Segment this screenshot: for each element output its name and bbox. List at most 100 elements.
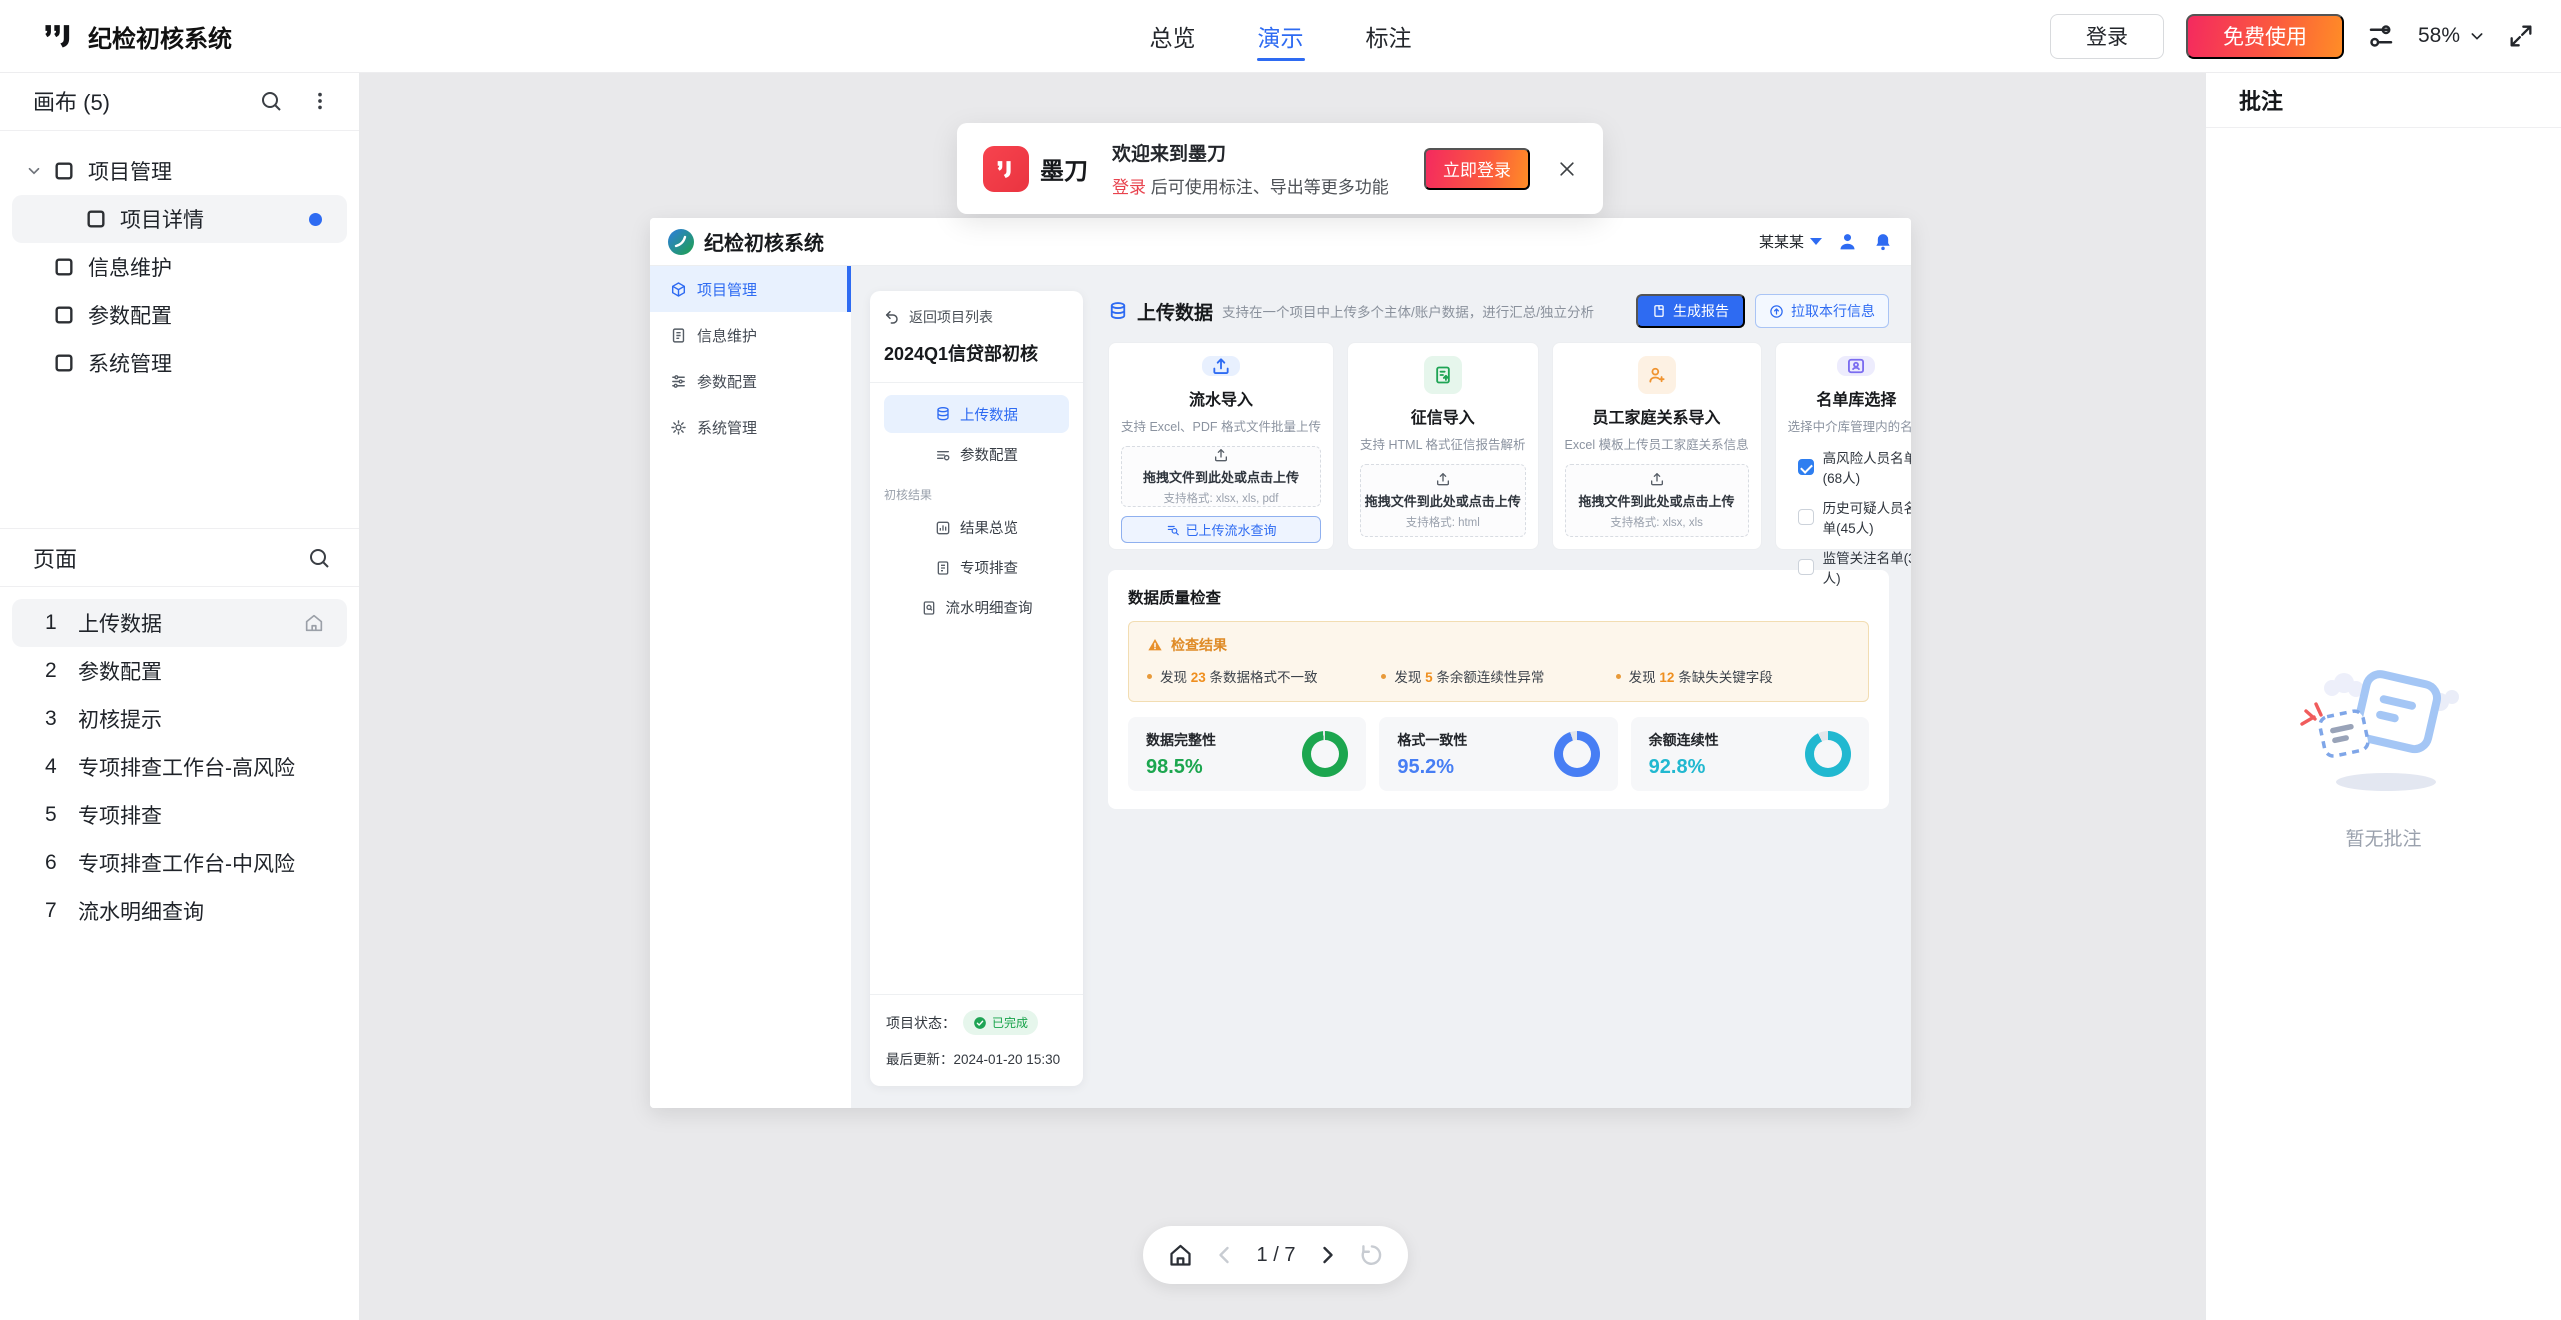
mockup-page: 纪检初核系统 某某某 项目管理 信息维护: [650, 218, 1911, 1108]
tab-overview[interactable]: 总览: [1150, 0, 1196, 72]
upload-icon: [1202, 356, 1240, 376]
free-use-button[interactable]: 免费使用: [2186, 14, 2344, 59]
project-menu-flow-detail-query[interactable]: 流水明细查询: [884, 589, 1069, 626]
page-row[interactable]: 3 初核提示: [12, 695, 347, 743]
document-icon: [670, 327, 687, 344]
tab-annotate[interactable]: 标注: [1366, 0, 1412, 72]
app-title: 纪检初核系统: [88, 19, 232, 54]
generate-report-button[interactable]: 生成报告: [1636, 294, 1745, 328]
mockingbot-red-logo-icon: [983, 146, 1029, 192]
quality-metrics: 数据完整性 98.5% 格式一致性 95.2%: [1128, 717, 1869, 791]
uploaded-flow-query-button[interactable]: 已上传流水查询: [1121, 516, 1321, 543]
card-family-relation-import: 员工家庭关系导入 Excel 模板上传员工家庭关系信息 拖拽文件到此处或点击上传…: [1552, 342, 1762, 550]
home-icon[interactable]: [1167, 1242, 1194, 1269]
tree-item-info-maintenance[interactable]: 信息维护: [0, 243, 359, 291]
empty-text: 暂无批注: [2345, 824, 2421, 851]
checkbox[interactable]: [1798, 559, 1814, 575]
project-status-block: 项目状态： 已完成 最后更新：2024-01-20 15:30: [870, 994, 1083, 1068]
canvas-section-label: 画布 (5): [33, 85, 110, 117]
divider: [870, 382, 1083, 383]
project-menu-result-overview[interactable]: 结果总览: [884, 509, 1069, 546]
dropzone-flow[interactable]: 拖拽文件到此处或点击上传 支持格式: xlsx, xls, pdf: [1121, 446, 1321, 507]
dropzone-family[interactable]: 拖拽文件到此处或点击上传 支持格式: xlsx, xls: [1565, 464, 1749, 537]
tree-item-system-management[interactable]: 系统管理: [0, 339, 359, 387]
page-row[interactable]: 6 专项排查工作台-中风险: [12, 839, 347, 887]
restart-icon[interactable]: [1358, 1242, 1384, 1268]
warning-triangle-icon: [1147, 637, 1163, 653]
option-high-risk-list[interactable]: 高风险人员名单(68人): [1798, 447, 1911, 487]
mockup-nav-system-management[interactable]: 系统管理: [650, 404, 851, 450]
back-to-project-list[interactable]: 返回项目列表: [884, 307, 1069, 327]
page-row[interactable]: 2 参数配置: [12, 647, 347, 695]
bullet-dot: [1616, 674, 1621, 679]
list-options: 高风险人员名单(68人) 历史可疑人员名单(45人) 监管关注名单(32人): [1788, 447, 1911, 587]
tree-item-project-detail[interactable]: 项目详情: [12, 195, 347, 243]
settings-sliders-icon[interactable]: [2366, 21, 2396, 51]
checkbox[interactable]: [1798, 509, 1814, 525]
active-page-dot: [309, 213, 322, 226]
bullet-dot: [1147, 674, 1152, 679]
bell-icon[interactable]: [1873, 232, 1893, 252]
fullscreen-icon[interactable]: [2507, 22, 2535, 50]
document-list-icon: [935, 560, 951, 576]
tree-item-parameter-config[interactable]: 参数配置: [0, 291, 359, 339]
user-icon[interactable]: [1837, 231, 1858, 252]
page-row[interactable]: 4 专项排查工作台-高风险: [12, 743, 347, 791]
tree-item-project-management[interactable]: 项目管理: [0, 147, 359, 195]
project-menu-parameter-config[interactable]: 参数配置: [884, 436, 1069, 473]
chevron-left-icon[interactable]: [1213, 1243, 1237, 1267]
mockup-nav-project-management[interactable]: 项目管理: [650, 266, 851, 312]
mockup-nav-parameter-config[interactable]: 参数配置: [650, 358, 851, 404]
user-menu[interactable]: 某某某: [1759, 231, 1822, 252]
kebab-menu-icon[interactable]: [309, 90, 331, 112]
upload-icon: [1435, 471, 1451, 487]
banner-subtitle: 登录 后可使用标注、导出等更多功能: [1112, 173, 1389, 198]
project-title: 2024Q1信贷部初核: [884, 340, 1069, 366]
chevron-right-icon[interactable]: [1315, 1243, 1339, 1267]
chevron-down-icon[interactable]: [25, 162, 43, 180]
view-title: 上传数据: [1137, 298, 1213, 325]
search-icon[interactable]: [259, 89, 283, 113]
mockup-nav-info-maintenance[interactable]: 信息维护: [650, 312, 851, 358]
metric-data-completeness: 数据完整性 98.5%: [1128, 717, 1366, 791]
status-label: 项目状态：: [886, 1013, 956, 1033]
project-menu-upload-data[interactable]: 上传数据: [884, 395, 1069, 433]
updated-value: 2024-01-20 15:30: [954, 1052, 1061, 1067]
document-search-icon: [921, 600, 937, 616]
option-history-suspect-list[interactable]: 历史可疑人员名单(45人): [1798, 497, 1911, 537]
page-row[interactable]: 7 流水明细查询: [12, 887, 347, 935]
upload-icon: [1213, 447, 1229, 463]
database-icon: [1108, 301, 1128, 321]
data-quality-card: 数据质量检查 检查结果 发现 23 条数据格式不一致: [1108, 570, 1889, 809]
gear-icon: [670, 419, 687, 436]
app-brand: 纪检初核系统: [40, 19, 232, 54]
check-result-box: 检查结果 发现 23 条数据格式不一致 发现 5 条余额连续性异常: [1128, 621, 1869, 702]
option-regulator-watch-list[interactable]: 监管关注名单(32人): [1798, 547, 1911, 587]
card-flow-import: 流水导入 支持 Excel、PDF 格式文件批量上传 拖拽文件到此处或点击上传 …: [1108, 342, 1334, 550]
card-list-library-select: 名单库选择 选择中介库管理内的名单 高风险人员名单(68人) 历史可疑人员名单(…: [1775, 342, 1911, 550]
checkbox[interactable]: [1798, 459, 1814, 475]
page-row[interactable]: 1 上传数据: [12, 599, 347, 647]
chevron-down-icon: [1810, 238, 1822, 245]
section-label: 初核结果: [884, 486, 1069, 503]
brand-name: 墨刀: [1040, 151, 1088, 186]
login-link[interactable]: 登录: [1112, 178, 1146, 197]
dropzone-credit[interactable]: 拖拽文件到此处或点击上传 支持格式: html: [1360, 464, 1526, 537]
page-row[interactable]: 5 专项排查: [12, 791, 347, 839]
tab-present[interactable]: 演示: [1258, 0, 1304, 72]
upload-cards: 流水导入 支持 Excel、PDF 格式文件批量上传 拖拽文件到此处或点击上传 …: [1108, 342, 1889, 550]
login-now-button[interactable]: 立即登录: [1424, 148, 1530, 190]
close-icon[interactable]: [1557, 159, 1577, 179]
check-result-label: 检查结果: [1171, 635, 1227, 655]
search-icon[interactable]: [307, 546, 331, 570]
zoom-level-control[interactable]: 58%: [2418, 24, 2485, 48]
mockingbot-logo-icon: [40, 20, 74, 52]
frame-icon: [53, 256, 75, 278]
login-button[interactable]: 登录: [2050, 14, 2164, 59]
topbar: 纪检初核系统 总览 演示 标注 登录 免费使用 58%: [0, 0, 2561, 72]
report-doc-icon: [1652, 304, 1666, 318]
annotations-empty-state: 暂无批注: [2206, 662, 2561, 851]
project-menu-special-check[interactable]: 专项排查: [884, 549, 1069, 586]
pull-bank-info-button[interactable]: 拉取本行信息: [1755, 294, 1889, 328]
mockup-header: 纪检初核系统 某某某: [650, 218, 1911, 266]
